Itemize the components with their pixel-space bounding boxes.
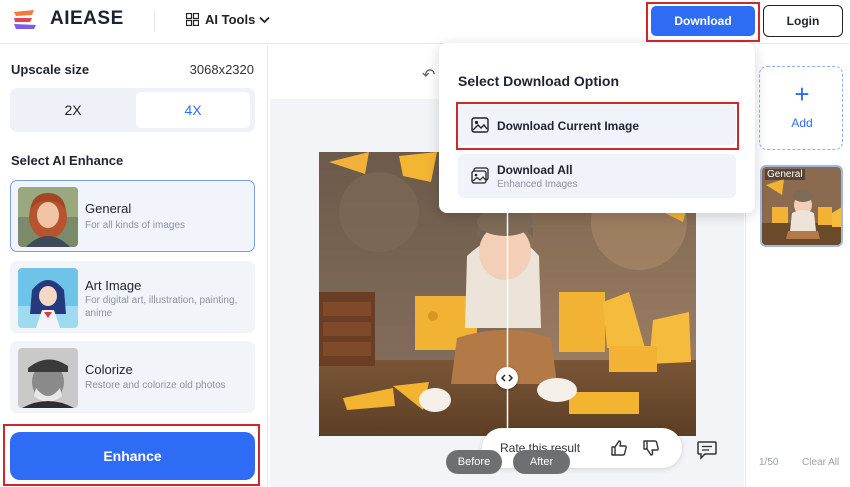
grid-icon xyxy=(186,13,199,26)
download-menu-title: Select Download Option xyxy=(458,73,620,89)
add-image-button[interactable]: + Add xyxy=(759,66,843,150)
mode-card-art-image[interactable]: Art Image For digital art, illustration,… xyxy=(10,261,255,333)
compare-slider-handle[interactable] xyxy=(496,367,518,389)
colorize-thumbnail xyxy=(18,348,78,408)
thumbs-down-icon[interactable] xyxy=(642,439,660,457)
mode-card-general[interactable]: General For all kinds of images xyxy=(10,180,255,252)
upscale-size-value: 3068x2320 xyxy=(189,62,254,77)
select-ai-enhance-title: Select AI Enhance xyxy=(11,153,124,168)
mode-card-colorize[interactable]: Colorize Restore and colorize old photos xyxy=(10,341,255,413)
mode-title-colorize: Colorize xyxy=(85,362,133,377)
plus-icon: + xyxy=(794,79,810,109)
logo-text: AIEASE xyxy=(50,8,124,29)
scale-option-4x[interactable]: 4X xyxy=(136,92,250,128)
clear-all-button[interactable]: Clear All xyxy=(802,457,839,468)
download-all-option[interactable]: Download All Enhanced Images xyxy=(458,154,736,198)
logo[interactable]: AIEASE xyxy=(12,8,124,30)
arrows-left-right-icon xyxy=(501,374,513,382)
mode-desc-general: For all kinds of images xyxy=(85,220,186,231)
images-stack-icon xyxy=(471,167,489,184)
chevron-down-icon xyxy=(259,16,270,23)
feedback-chat-icon[interactable] xyxy=(696,440,718,460)
after-label[interactable]: After xyxy=(513,450,570,474)
login-button[interactable]: Login xyxy=(763,5,843,37)
mode-title-art-image: Art Image xyxy=(85,278,142,293)
rate-result-bar: Rate this result xyxy=(482,428,682,468)
general-thumbnail xyxy=(18,187,78,247)
download-button[interactable]: Download xyxy=(651,6,755,36)
right-panel: + Add General 1/50 Clear All xyxy=(745,45,850,487)
download-all-sublabel: Enhanced Images xyxy=(497,179,578,190)
divider xyxy=(154,12,155,32)
mode-desc-art-image: For digital art, illustration, painting,… xyxy=(85,295,238,319)
download-all-label: Download All xyxy=(497,163,573,177)
art-image-thumbnail xyxy=(18,268,78,328)
mode-title-general: General xyxy=(85,201,132,216)
thumbnail-mode-label: General xyxy=(765,169,805,180)
aiease-logo-icon xyxy=(14,10,36,29)
scale-option-2x[interactable]: 2X xyxy=(14,92,132,128)
before-label[interactable]: Before xyxy=(446,450,502,474)
upscale-size-title: Upscale size xyxy=(11,62,90,77)
scale-selector: 2X 4X xyxy=(10,88,255,132)
undo-icon[interactable]: ↶ xyxy=(422,65,435,85)
result-thumbnail[interactable]: General xyxy=(760,165,843,247)
pager-count: 1/50 xyxy=(759,457,779,468)
ai-tools-label: AI Tools xyxy=(205,12,256,27)
enhance-button[interactable]: Enhance xyxy=(10,432,255,480)
download-current-option-highlight xyxy=(456,102,739,150)
add-label: Add xyxy=(791,116,813,130)
ai-tools-menu[interactable]: AI Tools xyxy=(186,12,270,27)
left-panel: Upscale size 3068x2320 2X 4X Select AI E… xyxy=(0,45,268,487)
mode-desc-colorize: Restore and colorize old photos xyxy=(85,380,226,391)
top-bar: AIEASE AI Tools Download Login xyxy=(0,0,850,44)
thumbs-up-icon[interactable] xyxy=(610,439,628,457)
